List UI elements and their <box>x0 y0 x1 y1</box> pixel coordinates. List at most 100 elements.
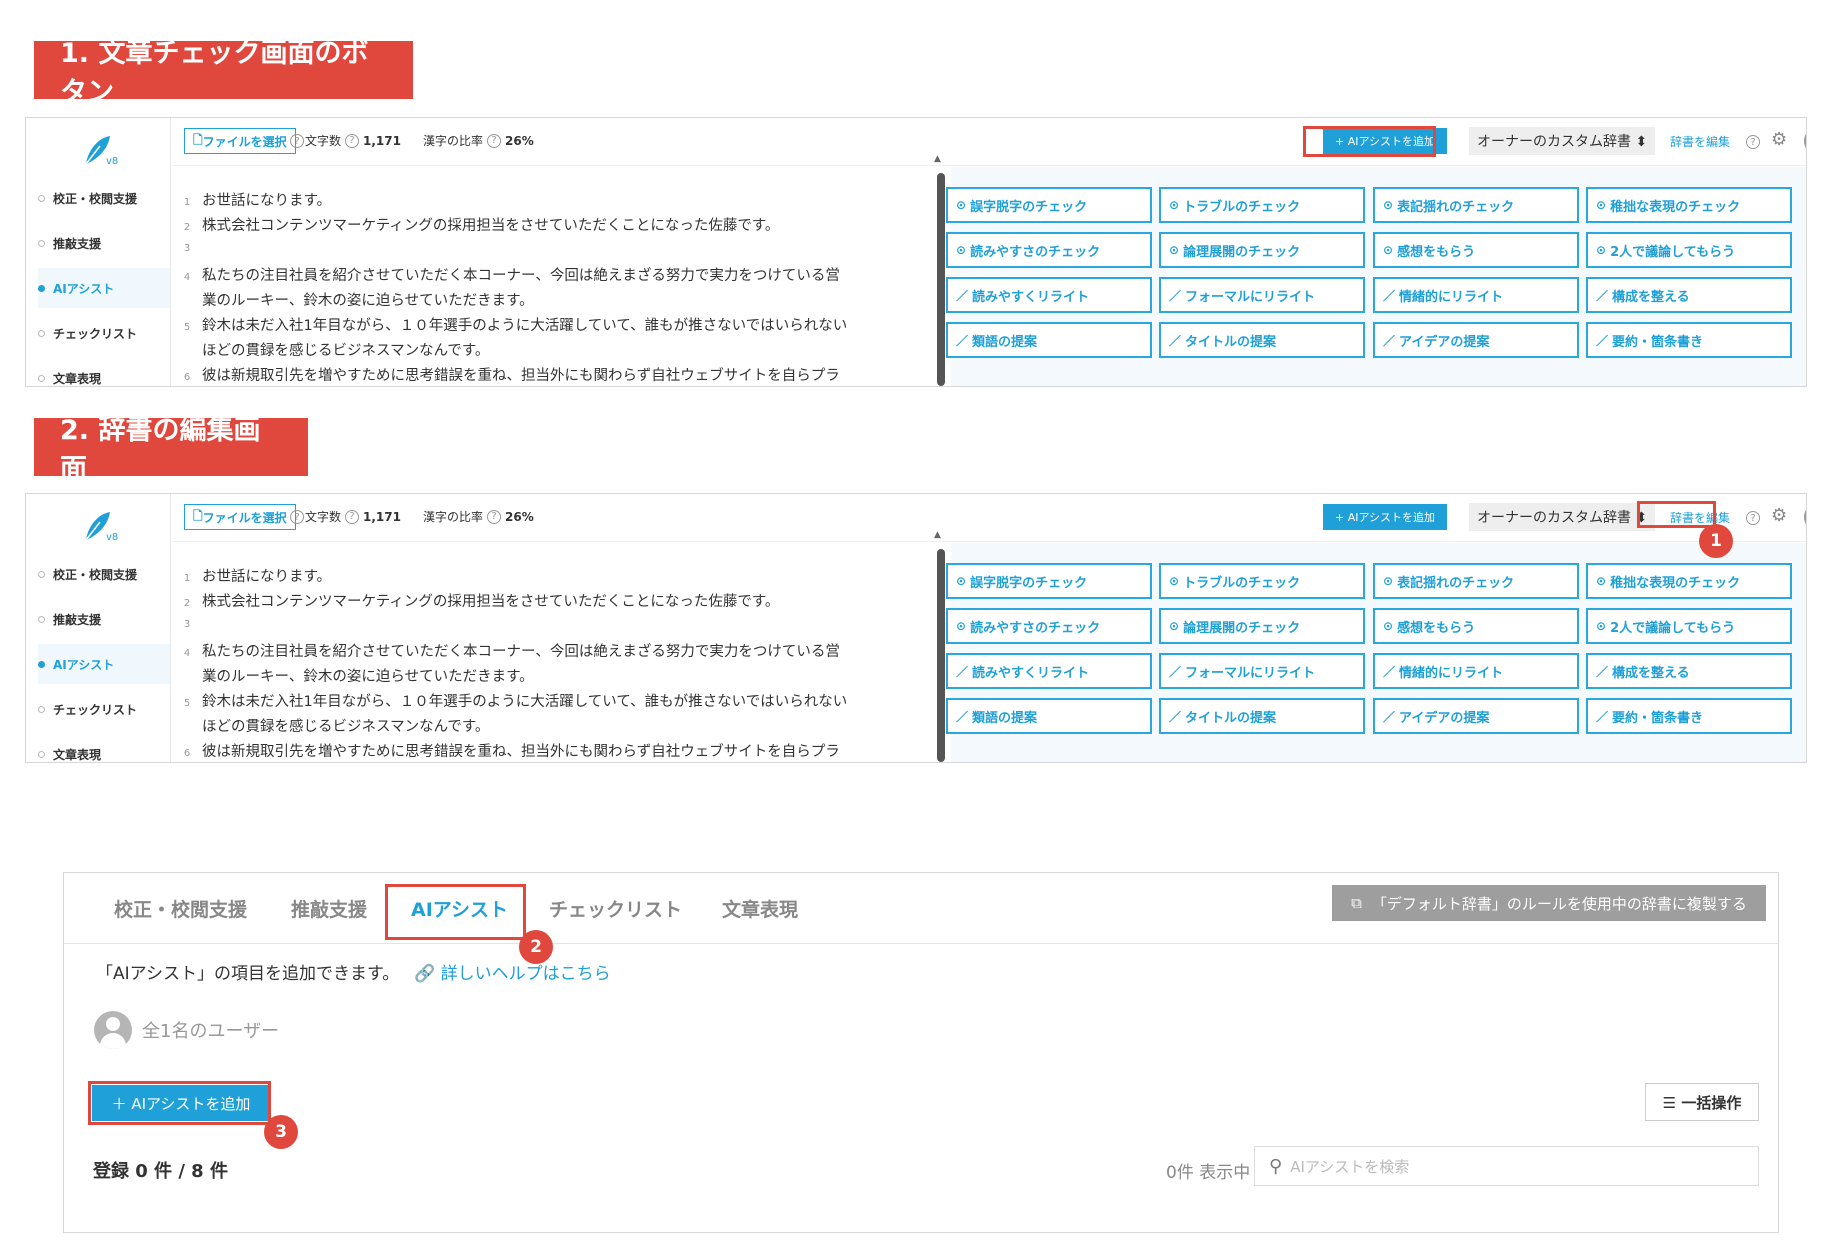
logo: v8 <box>78 132 119 168</box>
text-editor[interactable]: 1 お世話になります。 2 株式会社コンテンツマーケティングの採用担当をさせていただ… <box>172 543 942 762</box>
assist-button[interactable]: ⊙ 表記揺れのチェック <box>1373 563 1579 599</box>
avatar[interactable] <box>1804 127 1806 155</box>
sidebar-item-checklist[interactable]: チェックリスト <box>38 689 170 729</box>
tab-checklist[interactable]: チェックリスト <box>549 895 682 922</box>
assist-button[interactable]: ／タイトルの提案 <box>1159 698 1365 734</box>
sidebar-item-ai-assist[interactable]: AIアシスト <box>38 268 170 308</box>
assist-button-label: 論理展開のチェック <box>1183 244 1301 260</box>
assist-button[interactable]: ⊙ 表記揺れのチェック <box>1373 187 1579 223</box>
sidebar-item-revision[interactable]: 推敲支援 <box>38 223 170 263</box>
assist-button[interactable]: ⊙ 誤字脱字のチェック <box>946 563 1152 599</box>
highlight-edit-dictionary <box>1637 501 1716 528</box>
sidebar-item-proofreading[interactable]: 校正・校閲支援 <box>38 178 170 218</box>
bulk-operation-button[interactable]: ☰ 一括操作 <box>1645 1083 1759 1121</box>
pencil-icon: ／ <box>1596 333 1609 348</box>
help-icon[interactable]: ? <box>345 133 360 148</box>
tab-revision[interactable]: 推敲支援 <box>291 895 367 922</box>
assist-button[interactable]: ／要約・箇条書き <box>1586 322 1792 358</box>
add-ai-assist-button[interactable]: + AIアシストを追加 <box>1323 504 1448 530</box>
sidebar-item-revision[interactable]: 推敲支援 <box>38 599 170 639</box>
sidebar-item-proofreading[interactable]: 校正・校閲支援 <box>38 554 170 594</box>
help-icon[interactable]: ? <box>290 134 304 148</box>
tab-expression[interactable]: 文章表現 <box>722 895 798 922</box>
sidebar-item-label: 文章表現 <box>53 747 102 762</box>
assist-button[interactable]: ／フォーマルにリライト <box>1159 277 1365 313</box>
editor-scrollbar[interactable] <box>937 173 945 386</box>
pencil-icon: ／ <box>1383 288 1396 303</box>
top-toolbar: 🗋 ファイルを選択 ? 文字数 ? 1,171 漢字の比率 ? 26% + AIア… <box>172 494 1806 542</box>
help-link[interactable]: 🔗 詳しいヘルプはこちら <box>414 959 611 984</box>
scroll-up-arrow-icon[interactable]: ▲ <box>934 154 941 164</box>
assist-button-label: トラブルのチェック <box>1183 199 1301 215</box>
line-number: 6 <box>183 372 191 383</box>
dictionary-select[interactable]: オーナーのカスタム辞書 ⬍ <box>1469 503 1656 531</box>
check-circle-icon: ⊙ <box>1596 198 1607 212</box>
assist-button[interactable]: ／類語の提案 <box>946 322 1152 358</box>
sidebar-item-label: AIアシスト <box>53 281 115 296</box>
assist-button[interactable]: ／構成を整える <box>1586 653 1792 689</box>
ai-assist-panel: ⊙ 誤字脱字のチェック ⊙ トラブルのチェック ⊙ 表記揺れのチェック ⊙ 稚拙な表現のチェッ… <box>946 167 1806 386</box>
editor-scrollbar[interactable] <box>937 549 945 762</box>
gear-icon[interactable]: ⚙ <box>1771 505 1787 526</box>
sidebar-item-label: 文章表現 <box>53 371 102 386</box>
assist-button[interactable]: ⊙ 論理展開のチェック <box>1159 232 1365 268</box>
assist-button[interactable]: ⊙ 論理展開のチェック <box>1159 608 1365 644</box>
assist-button[interactable]: ／類語の提案 <box>946 698 1152 734</box>
assist-button[interactable]: ⊙ 読みやすさのチェック <box>946 608 1152 644</box>
showing-count: 0件 表示中 <box>1166 1163 1251 1183</box>
sidebar-item-checklist[interactable]: チェックリスト <box>38 313 170 353</box>
assist-button[interactable]: ／アイデアの提案 <box>1373 698 1579 734</box>
help-icon[interactable]: ? <box>487 509 501 524</box>
help-icon[interactable]: ? <box>290 510 304 524</box>
assist-button[interactable]: ⊙ 感想をもらう <box>1373 232 1579 268</box>
assist-button[interactable]: ⊙ 稚拙な表現のチェック <box>1586 563 1792 599</box>
ai-assist-search-input[interactable]: ⚲ AIアシストを検索 <box>1254 1146 1759 1186</box>
assist-button[interactable]: ⊙ 感想をもらう <box>1373 608 1579 644</box>
help-icon[interactable]: ? <box>1746 511 1760 525</box>
sidebar-item-expression[interactable]: 文章表現 <box>38 358 170 386</box>
file-select-button[interactable]: 🗋 ファイルを選択 <box>184 504 296 530</box>
sidebar-item-expression[interactable]: 文章表現 <box>38 734 170 762</box>
file-select-button[interactable]: 🗋 ファイルを選択 <box>184 128 296 154</box>
help-icon[interactable]: ? <box>345 509 360 524</box>
scroll-up-arrow-icon[interactable]: ▲ <box>934 530 941 540</box>
assist-button[interactable]: ⊙ 2人で議論してもらう <box>1586 232 1792 268</box>
text-stats: 文字数 ? 1,171 漢字の比率 ? 26% <box>305 132 534 149</box>
sidebar-item-ai-assist[interactable]: AIアシスト <box>38 644 170 684</box>
assist-button[interactable]: ／アイデアの提案 <box>1373 322 1579 358</box>
radio-dot-icon <box>38 615 45 623</box>
assist-button[interactable]: ⊙ トラブルのチェック <box>1159 563 1365 599</box>
assist-button[interactable]: ／情緒的にリライト <box>1373 653 1579 689</box>
assist-button[interactable]: ⊙ トラブルのチェック <box>1159 187 1365 223</box>
assist-button-label: 誤字脱字のチェック <box>970 575 1088 591</box>
edit-dictionary-link[interactable]: 辞書を編集 <box>1670 133 1730 150</box>
version-label: v8 <box>106 156 119 167</box>
line-text: 株式会社コンテンツマーケティングの採用担当をさせていただくことになった佐藤です。 <box>202 594 780 610</box>
assist-button[interactable]: ／フォーマルにリライト <box>1159 653 1365 689</box>
assist-button-label: 読みやすくリライト <box>972 289 1090 305</box>
help-icon[interactable]: ? <box>1746 135 1760 149</box>
assist-button[interactable]: ／読みやすくリライト <box>946 653 1152 689</box>
tab-proofreading[interactable]: 校正・校閲支援 <box>114 895 247 922</box>
assist-button[interactable]: ／構成を整える <box>1586 277 1792 313</box>
assist-button[interactable]: ／読みやすくリライト <box>946 277 1152 313</box>
step-marker-2: 2 <box>519 930 553 964</box>
editor-line: 2 株式会社コンテンツマーケティングの採用担当をさせていただくことになった佐藤です… <box>172 590 780 611</box>
assist-button[interactable]: ⊙ 誤字脱字のチェック <box>946 187 1152 223</box>
gear-icon[interactable]: ⚙ <box>1771 129 1787 150</box>
avatar[interactable] <box>1804 503 1806 531</box>
assist-button[interactable]: ／情緒的にリライト <box>1373 277 1579 313</box>
help-icon[interactable]: ? <box>487 133 501 148</box>
editor-line: 3 <box>172 615 202 631</box>
text-stats: 文字数 ? 1,171 漢字の比率 ? 26% <box>305 508 534 525</box>
editor-line: 3 <box>172 239 202 255</box>
assist-button[interactable]: ⊙ 読みやすさのチェック <box>946 232 1152 268</box>
dictionary-select[interactable]: オーナーのカスタム辞書 ⬍ <box>1469 127 1656 155</box>
assist-button[interactable]: ／タイトルの提案 <box>1159 322 1365 358</box>
assist-button[interactable]: ⊙ 2人で議論してもらう <box>1586 608 1792 644</box>
copy-default-rules-button[interactable]: ⧉ 「デフォルト辞書」のルールを使用中の辞書に複製する <box>1332 885 1766 921</box>
text-editor[interactable]: 1 お世話になります。 2 株式会社コンテンツマーケティングの採用担当をさせていただ… <box>172 167 942 386</box>
radio-dot-icon <box>38 194 45 202</box>
assist-button[interactable]: ／要約・箇条書き <box>1586 698 1792 734</box>
assist-button[interactable]: ⊙ 稚拙な表現のチェック <box>1586 187 1792 223</box>
